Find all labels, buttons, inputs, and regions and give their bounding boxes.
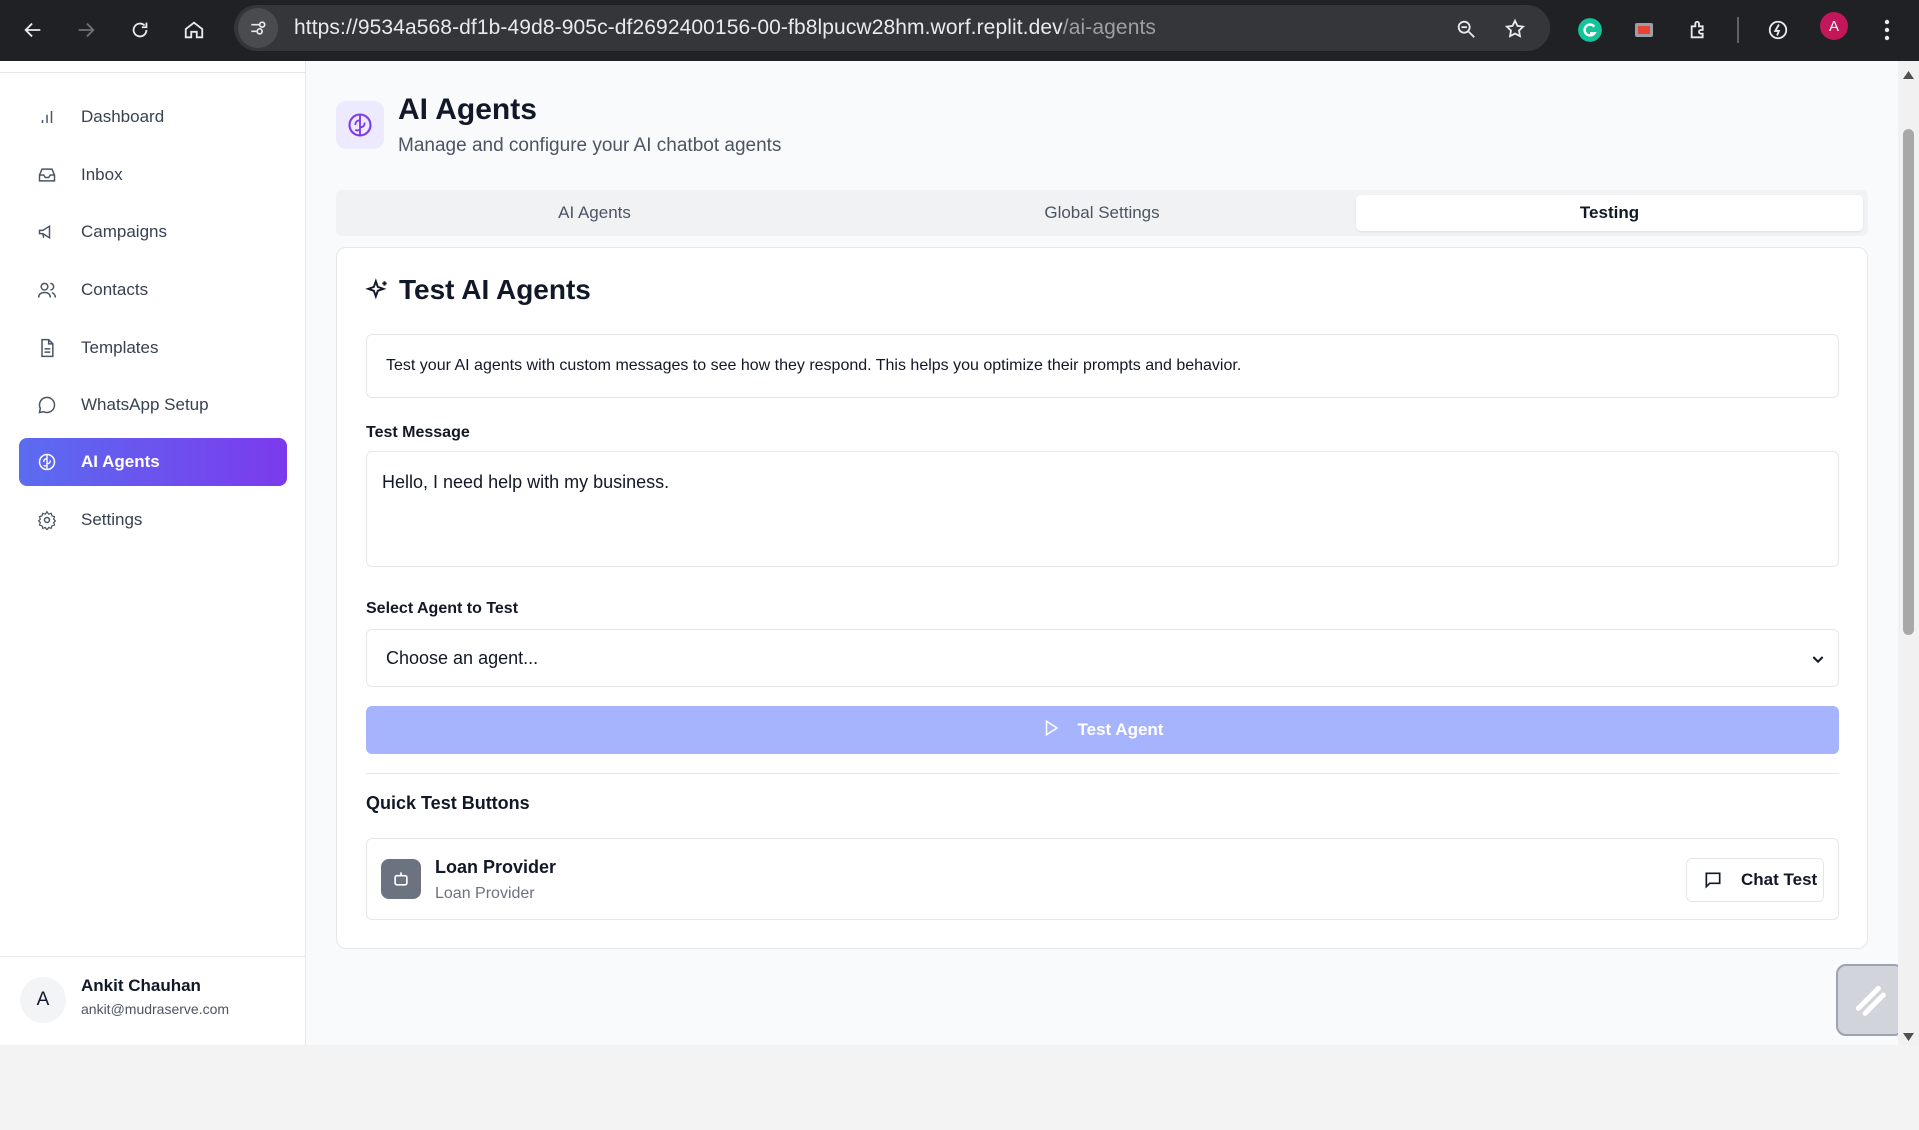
sidebar-item-whatsapp-setup[interactable]: WhatsApp Setup [19,381,287,429]
sidebar-item-label: Inbox [81,165,123,184]
user-email: ankit@mudraserve.com [81,1001,230,1017]
gear-icon [37,510,57,530]
chat-test-button[interactable]: Chat Test [1686,858,1824,902]
zoom-icon[interactable] [1451,14,1481,44]
agent-select[interactable]: Choose an agent... [366,629,1839,687]
sidebar-item-label: Campaigns [81,222,167,241]
reload-icon[interactable] [123,13,157,47]
main-content: AI Agents Manage and configure your AI c… [306,61,1899,1045]
agent-description: Loan Provider [435,885,535,902]
file-text-icon [37,338,57,358]
play-icon [1042,719,1060,742]
list-item: Loan Provider Loan Provider Chat Test [366,838,1839,920]
sidebar-item-label: AI Agents [81,452,160,471]
bookmark-star-icon[interactable] [1500,14,1530,44]
sidebar-item-label: Contacts [81,280,149,299]
grammarly-extension-icon[interactable] [1573,13,1607,47]
sidebar-item-ai-agents[interactable]: AI Agents [19,438,287,486]
tab-list: AI Agents Global Settings Testing [336,190,1868,236]
cast-extension-icon[interactable] [1627,13,1661,47]
sidebar-item-templates[interactable]: Templates [19,324,287,372]
menu-kebab-icon[interactable] [1870,13,1904,47]
sparkles-icon [365,278,391,304]
tab-global-settings[interactable]: Global Settings [848,195,1356,231]
browser-toolbar: https://9534a568-df1b-49d8-905c-df269240… [0,0,1919,61]
user-profile[interactable]: A Ankit Chauhan ankit@mudraserve.com [0,956,305,1045]
message-circle-icon [37,395,57,415]
agent-select-value: Choose an agent... [386,647,539,668]
sidebar-item-label: WhatsApp Setup [81,395,209,414]
chevron-down-icon [1808,649,1828,669]
testing-card: Test AI Agents Test your AI agents with … [336,247,1868,949]
performance-icon[interactable] [1761,13,1795,47]
toolbar-separator [1737,17,1739,43]
site-info-icon[interactable] [238,8,278,48]
chat-test-label: Chat Test [1741,870,1818,889]
info-text: Test your AI agents with custom messages… [386,357,1242,374]
quick-test-title: Quick Test Buttons [366,793,530,813]
user-name: Ankit Chauhan [81,976,201,995]
select-agent-label: Select Agent to Test [366,600,519,617]
brain-icon [37,452,57,472]
info-box: Test your AI agents with custom messages… [366,334,1839,398]
sidebar-divider [0,72,305,73]
test-agent-label: Test Agent [1077,720,1164,739]
avatar: A [20,977,66,1023]
url-host: https://9534a568-df1b-49d8-905c-df269240… [294,16,1063,39]
scrollbar[interactable] [1898,61,1919,1045]
scroll-down-icon[interactable] [1903,1031,1914,1042]
page-subtitle: Manage and configure your AI chatbot age… [398,135,782,156]
sidebar-item-label: Settings [81,510,143,529]
message-square-icon [1703,870,1723,890]
home-icon[interactable] [177,13,211,47]
profile-avatar[interactable]: A [1820,12,1848,40]
forward-icon[interactable] [69,13,103,47]
sidebar-item-settings[interactable]: Settings [19,496,287,544]
back-icon[interactable] [16,13,50,47]
inbox-icon [37,165,57,185]
users-icon [37,280,57,300]
sidebar: Dashboard Inbox Campaigns Contacts Templ… [0,61,306,1045]
sidebar-item-campaigns[interactable]: Campaigns [19,208,287,256]
test-message-input[interactable] [366,451,1839,567]
extensions-puzzle-icon[interactable] [1682,13,1716,47]
brain-icon [336,101,384,149]
card-title: Test AI Agents [399,274,591,305]
page-title: AI Agents [398,93,537,126]
section-divider [366,773,1839,774]
page-bottom-area [0,1045,1919,1130]
tab-testing[interactable]: Testing [1356,195,1863,231]
scrollbar-thumb[interactable] [1903,129,1914,635]
address-bar[interactable]: https://9534a568-df1b-49d8-905c-df269240… [234,5,1550,51]
replit-widget-icon[interactable] [1836,964,1904,1036]
sidebar-item-inbox[interactable]: Inbox [19,151,287,199]
sidebar-item-contacts[interactable]: Contacts [19,266,287,314]
megaphone-icon [37,222,57,242]
scroll-up-icon[interactable] [1903,69,1914,80]
agent-name: Loan Provider [435,857,557,877]
tab-ai-agents[interactable]: AI Agents [341,195,848,231]
bar-chart-icon [37,107,57,127]
url-text: https://9534a568-df1b-49d8-905c-df269240… [294,16,1156,40]
bot-icon [381,859,421,899]
sidebar-item-label: Dashboard [81,107,165,126]
sidebar-item-label: Templates [81,338,159,357]
sidebar-item-dashboard[interactable]: Dashboard [19,93,287,141]
test-message-label: Test Message [366,424,470,441]
url-path: /ai-agents [1062,16,1157,39]
test-agent-button[interactable]: Test Agent [366,706,1839,754]
